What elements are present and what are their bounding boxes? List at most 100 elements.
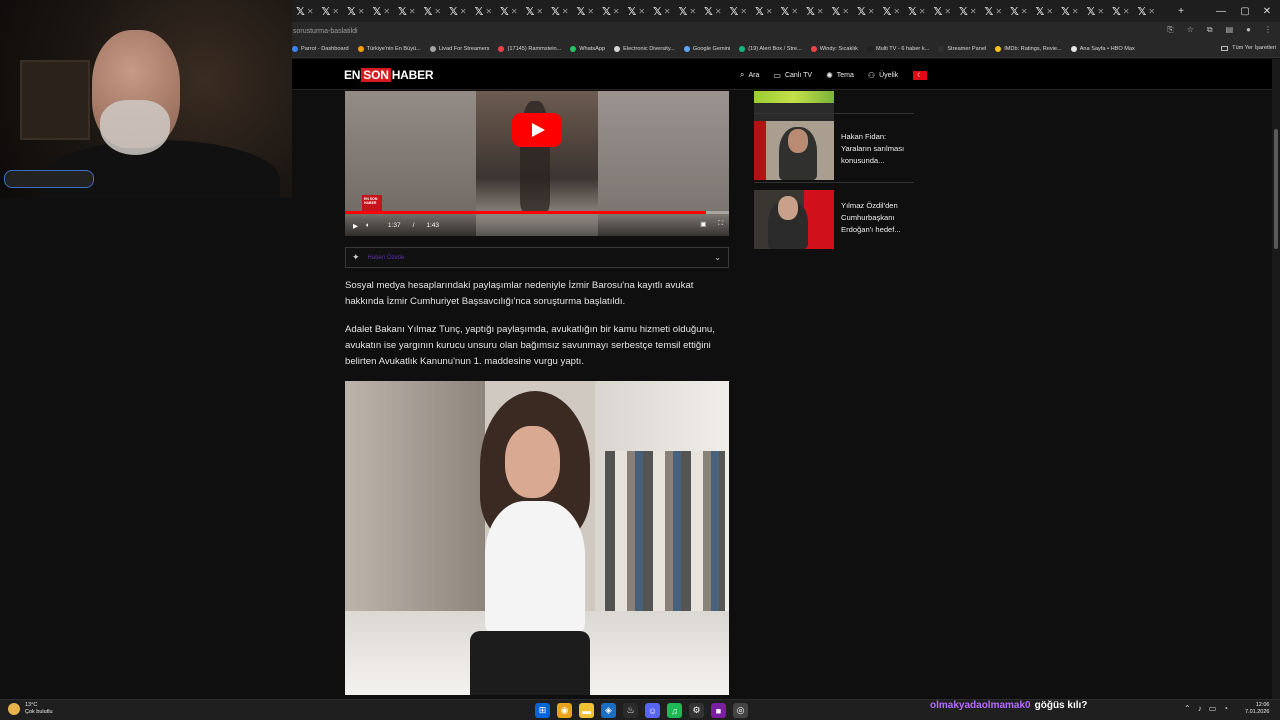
weather-widget[interactable]: 13°C Çok bulutlu [8,702,53,716]
tab-x-icon[interactable]: 𝕏 ✕ [700,0,726,22]
tab-x-icon[interactable]: 𝕏 ✕ [1083,0,1109,22]
sidebar-card-ozdil[interactable]: Yılmaz Özdil'den Cumhurbaşkanı Erdoğan'ı… [754,190,914,249]
bookmark-item[interactable]: (17145) Rammstein... [498,46,561,52]
tab-x-icon[interactable]: 𝕏 ✕ [624,0,650,22]
bookmark-label: (19) Alert Box / Stre... [748,46,802,52]
bookmark-item[interactable]: Parrot - Dashboard [292,46,349,52]
tab-x-icon[interactable]: 𝕏 ✕ [726,0,752,22]
tab-x-icon[interactable]: 𝕏 ✕ [522,0,548,22]
tab-x-icon[interactable]: 𝕏 ✕ [1108,0,1134,22]
profile-icon[interactable]: ● [1246,25,1251,35]
video-progress-bar[interactable] [345,211,729,214]
video-player[interactable]: EN SON HABER ▶ 🔈︎ 1:37 / 1:43 ▣ ⛶ [345,91,729,236]
bookmark-item[interactable]: Streamer Panel [938,46,986,52]
nav-item-0[interactable]: ⌕ Ara [740,70,759,80]
tab-x-icon[interactable]: 𝕏 ✕ [649,0,675,22]
turkey-flag-icon[interactable]: ☾ [913,71,927,80]
close-window-button[interactable]: ✕ [1256,0,1278,22]
site-logo[interactable]: EN SON HABER [344,68,434,82]
bookmark-item[interactable]: IMDb: Ratings, Revie... [995,46,1062,52]
install-icon[interactable]: ⎘ [1167,25,1173,35]
page-scrollbar[interactable] [1272,59,1280,699]
nav-item-1[interactable]: ▭ Canlı TV [773,70,812,80]
summarize-dropdown[interactable]: ✦ Haberi Özetle ⌄ [345,247,729,268]
bookmark-item[interactable]: Türkiye'nin En Büyü... [357,46,421,52]
maximize-button[interactable]: ▢ [1234,0,1256,22]
tab-x-icon[interactable]: 𝕏 ✕ [420,0,446,22]
scrollbar-thumb[interactable] [1274,129,1278,249]
tab-x-icon[interactable]: 𝕏 ✕ [369,0,395,22]
volume-tray-icon[interactable]: ◔ [1223,704,1228,713]
tab-x-icon[interactable]: 𝕏 ✕ [879,0,905,22]
obs-icon[interactable]: ■ [711,703,726,718]
tray-chevron-icon[interactable]: ⌃ [1184,704,1191,713]
play-button[interactable] [512,113,562,147]
app-icon[interactable]: ◈ [601,703,616,718]
minimize-button[interactable]: — [1210,0,1232,22]
nav-item-3[interactable]: ⚇ Üyelik [868,70,898,80]
tab-x-icon[interactable]: 𝕏 ✕ [471,0,497,22]
tab-x-icon[interactable]: 𝕏 ✕ [1134,0,1160,22]
bookmark-item[interactable]: Multi TV - 6 haber k... [866,46,929,52]
app-icon-3[interactable]: ◎ [733,703,748,718]
bookmark-item[interactable]: (19) Alert Box / Stre... [739,46,802,52]
video-channel-badge: EN SON HABER [362,195,382,211]
fullscreen-icon[interactable]: ⛶ [718,220,723,228]
tab-x-icon[interactable]: 𝕏 ✕ [547,0,573,22]
tab-x-icon[interactable]: 𝕏 ✕ [343,0,369,22]
tab-x-icon[interactable]: 𝕏 ✕ [1057,0,1083,22]
url-text[interactable]: sorusturma-baslatildi [293,28,358,35]
bookmark-item[interactable]: Electronic Diversity... [614,46,675,52]
spotify-icon[interactable]: ♫ [667,703,682,718]
app-icon-2[interactable]: ⚙ [689,703,704,718]
network-icon[interactable]: ▭ [1209,704,1217,713]
system-clock[interactable]: 12:06 7.01.2026 [1245,702,1269,716]
tab-x-icon[interactable]: 𝕏 ✕ [904,0,930,22]
chevron-down-icon[interactable]: ⌄ [714,253,721,262]
tab-x-icon[interactable]: 𝕏 ✕ [777,0,803,22]
menu-icon[interactable]: ⋮ [1264,25,1272,35]
tab-x-icon[interactable]: 𝕏 ✕ [573,0,599,22]
all-bookmarks-folder[interactable]: Tüm Yer İşaretleri [1221,45,1276,51]
pip-icon[interactable]: ▣ [700,220,706,228]
play-icon[interactable]: ▶ [353,222,358,230]
tab-x-icon[interactable]: 𝕏 ✕ [955,0,981,22]
bookmark-item[interactable]: Windy: Sıcaklık [810,46,858,52]
tab-x-icon[interactable]: 𝕏 ✕ [598,0,624,22]
tab-x-icon[interactable]: 𝕏 ✕ [828,0,854,22]
bookmark-item[interactable]: Google Gemini [683,46,730,52]
file-explorer-icon[interactable]: ▬ [579,703,594,718]
tab-x-icon[interactable]: 𝕏 ✕ [981,0,1007,22]
sidepanel-icon[interactable]: ▤ [1226,25,1234,35]
nav-item-2[interactable]: ✺ Tema [826,70,854,80]
tab-x-icon[interactable]: 𝕏 ✕ [318,0,344,22]
sidebar-card-fidan[interactable]: Hakan Fidan: Yaraların sarılması konusun… [754,121,914,180]
tab-x-icon[interactable]: 𝕏 ✕ [496,0,522,22]
bookmark-item[interactable]: WhatsApp [570,46,605,52]
tab-x-icon[interactable]: 𝕏 ✕ [853,0,879,22]
tab-x-icon[interactable]: 𝕏 ✕ [675,0,701,22]
bookmark-item[interactable]: Livad For Streamers [429,46,489,52]
extensions-icon[interactable]: ⧉ [1207,25,1213,35]
tab-x-icon[interactable]: 𝕏 ✕ [445,0,471,22]
tab-x-icon[interactable]: 𝕏 ✕ [292,0,318,22]
tab-x-icon[interactable]: 𝕏 ✕ [930,0,956,22]
steam-icon[interactable]: ♨ [623,703,638,718]
address-bar[interactable]: sorusturma-baslatildi ⎘ ☆ ⧉ ▤ ● ⋮ [292,22,1280,41]
tab-x-icon[interactable]: 𝕏 ✕ [751,0,777,22]
chrome-icon[interactable]: ◉ [557,703,572,718]
bookmark-label: Türkiye'nin En Büyü... [366,46,421,52]
discord-icon[interactable]: ☺ [645,703,660,718]
volume-icon[interactable]: 🔈︎ [366,222,370,230]
bookmark-item[interactable]: Ana Sayfa • HBO Max [1070,46,1135,52]
bookmark-star-icon[interactable]: ☆ [1187,25,1194,35]
tab-x-icon[interactable]: 𝕏 ✕ [802,0,828,22]
mic-tray-icon[interactable]: ♪ [1198,704,1202,713]
start-icon[interactable]: ⊞ [535,703,550,718]
new-tab-button[interactable]: + [1170,0,1192,22]
tab-x-icon[interactable]: 𝕏 ✕ [1032,0,1058,22]
tab-x-icon[interactable]: 𝕏 ✕ [394,0,420,22]
sidebar-title[interactable]: Yılmaz Özdil'den Cumhurbaşkanı Erdoğan'ı… [841,200,914,249]
sidebar-title[interactable]: Hakan Fidan: Yaraların sarılması konusun… [841,131,914,180]
tab-x-icon[interactable]: 𝕏 ✕ [1006,0,1032,22]
